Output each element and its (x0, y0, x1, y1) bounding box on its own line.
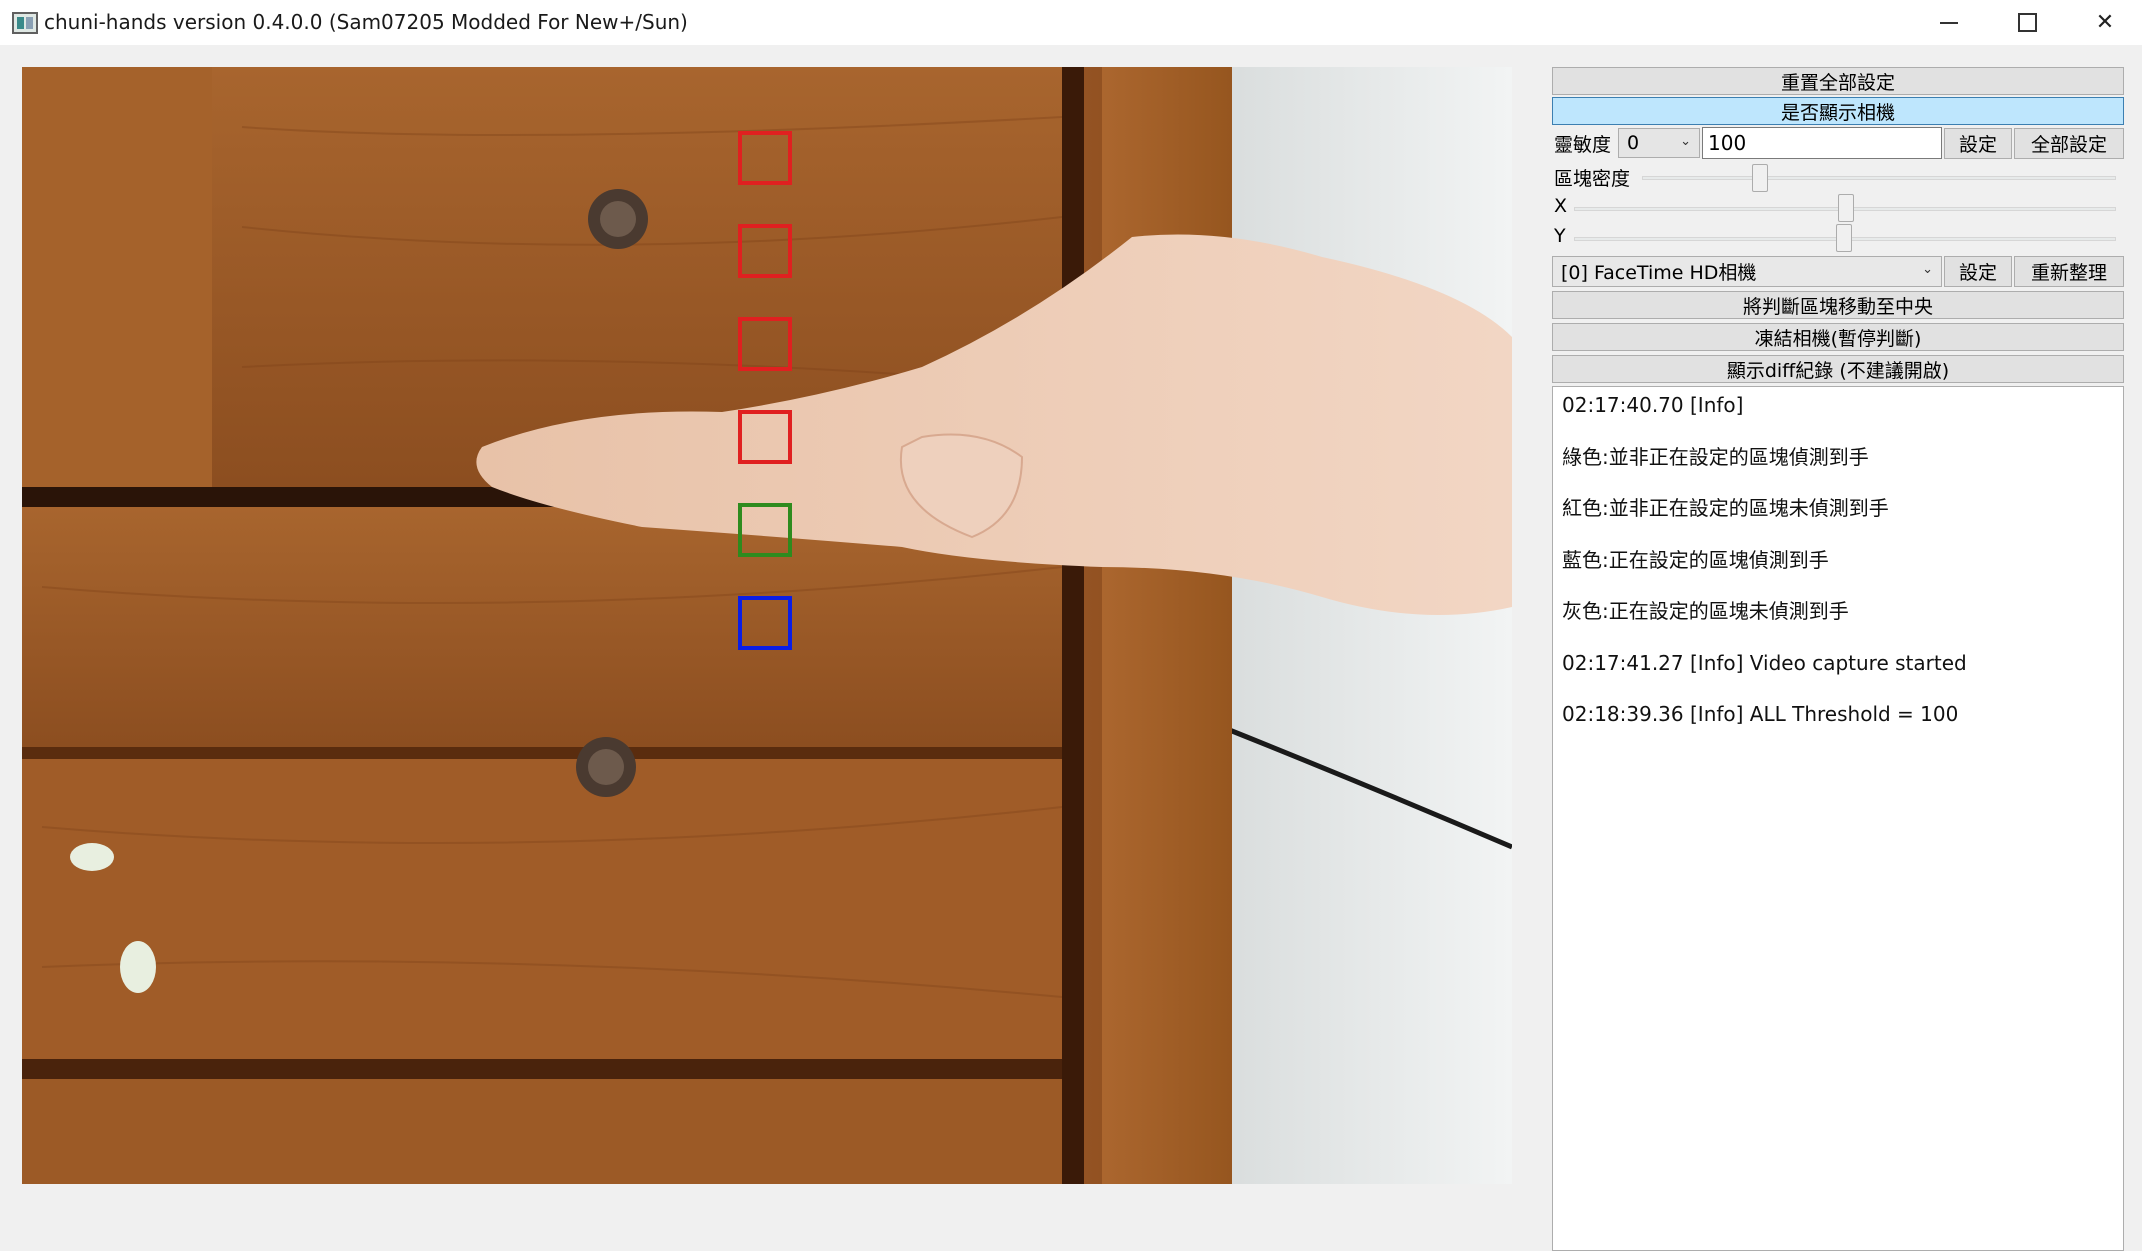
reset-all-button[interactable]: 重置全部設定 (1552, 67, 2124, 95)
detection-zone-2 (738, 224, 792, 278)
zone-density-slider[interactable] (1752, 164, 1768, 192)
chevron-down-icon: ⌄ (1680, 134, 1691, 149)
maximize-icon (2017, 13, 2037, 32)
freeze-camera-button[interactable]: 凍結相機(暫停判斷) (1552, 323, 2124, 351)
x-slider[interactable] (1838, 194, 1854, 222)
y-slider[interactable] (1836, 224, 1852, 252)
zone-select[interactable]: 0 ⌄ (1618, 128, 1700, 158)
log-line: 灰色:正在設定的區塊未偵測到手 (1562, 599, 1849, 623)
y-label: Y (1554, 225, 1566, 247)
log-line: 02:18:39.36 [Info] ALL Threshold = 100 (1562, 702, 1959, 726)
threshold-input[interactable]: 100 (1702, 127, 1942, 159)
set-threshold-button[interactable]: 設定 (1944, 128, 2012, 159)
window-title: chuni-hands version 0.4.0.0 (Sam07205 Mo… (44, 10, 688, 34)
camera-view[interactable] (22, 67, 1512, 1184)
set-all-threshold-button[interactable]: 全部設定 (2014, 128, 2124, 159)
log-line: 02:17:41.27 [Info] Video capture started (1562, 650, 1967, 675)
detection-zone-3 (738, 317, 792, 371)
minimize-button[interactable] (1910, 0, 1988, 45)
camera-select[interactable]: [0] FaceTime HD相機 ⌄ (1552, 256, 1942, 287)
zone-density-label: 區塊密度 (1554, 168, 1631, 190)
detection-zone-6 (738, 596, 792, 650)
chevron-down-icon: ⌄ (1922, 262, 1933, 277)
log-line: 紅色:並非正在設定的區塊未偵測到手 (1562, 496, 1889, 520)
close-icon: ✕ (2095, 10, 2115, 35)
close-button[interactable]: ✕ (2066, 0, 2142, 45)
log-line: 綠色:並非正在設定的區塊偵測到手 (1562, 444, 1869, 469)
log-line: 02:17:40.70 [Info] (1562, 393, 1744, 417)
detection-zone-5 (738, 503, 792, 557)
app-icon (12, 12, 38, 34)
refresh-camera-button[interactable]: 重新整理 (2014, 256, 2124, 287)
log-output[interactable]: 02:17:40.70 [Info] 綠色:並非正在設定的區塊偵測到手 紅色:並… (1552, 386, 2124, 1251)
show-diff-button[interactable]: 顯示diff紀錄 (不建議開啟) (1552, 355, 2124, 383)
title-bar: chuni-hands version 0.4.0.0 (Sam07205 Mo… (0, 0, 2142, 45)
show-camera-toggle[interactable]: 是否顯示相機 (1552, 97, 2124, 125)
zone-density-slider-track (1642, 176, 2116, 180)
camera-select-value: [0] FaceTime HD相機 (1561, 262, 1757, 284)
zone-select-value: 0 (1627, 132, 1640, 154)
maximize-button[interactable] (1988, 0, 2066, 45)
log-line: 藍色:正在設定的區塊偵測到手 (1562, 547, 1829, 572)
center-zones-button[interactable]: 將判斷區塊移動至中央 (1552, 291, 2124, 319)
x-label: X (1554, 195, 1568, 217)
detection-zone-4 (738, 410, 792, 464)
sensitivity-label: 靈敏度 (1554, 134, 1612, 156)
minimize-icon (1940, 21, 1958, 24)
set-camera-button[interactable]: 設定 (1944, 256, 2012, 287)
detection-zone-1 (738, 131, 792, 185)
